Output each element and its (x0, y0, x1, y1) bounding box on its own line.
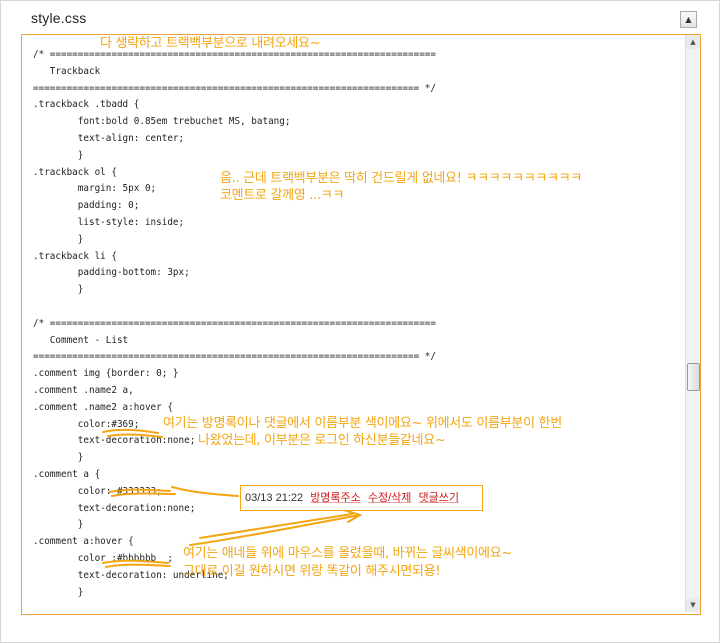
note-name-color-line2: 나왔었는데, 이부분은 로그인 하신분들같네요~ (198, 433, 446, 448)
note-trackback-line2: 코멘트로 갈께영 ...ㅋㅋ (220, 188, 345, 203)
guestbook-link[interactable]: 방명록주소 (310, 492, 361, 504)
arrow-to-preview-3 (199, 509, 363, 539)
note-trackback-line1: 음.. 근데 트랙백부분은 딱히 건드릴게 없네요! ㅋㅋㅋㅋㅋㅋㅋㅋㅋㅋ (220, 171, 583, 186)
reply-link[interactable]: 댓글쓰기 (418, 492, 458, 504)
note-name-color-line1: 여기는 방명록이나 댓글에서 이름부분 색이에요~ 위에서도 이름부분이 한번 (163, 416, 562, 431)
underline-color-bbbbbb (102, 559, 171, 568)
underline-color-369 (102, 428, 163, 438)
comment-preview-box: 03/13 21:22 방명록주소 수정/삭제 댓글쓰기 (240, 485, 483, 511)
edit-delete-link[interactable]: 수정/삭제 (368, 492, 412, 504)
note-hover-color-line2: 그대로 이길 원하시면 위랑 똑같이 해주시면되용! (183, 564, 441, 579)
arrow-to-preview-1 (171, 486, 239, 497)
underline-color-333333 (109, 488, 176, 497)
comment-timestamp: 03/13 21:22 (245, 492, 304, 504)
arrow-to-preview-2 (189, 514, 361, 546)
note-skip-to-trackback: 다 생략하고 트랙백부분으로 내려오세요~ (100, 36, 321, 51)
note-hover-color-line1: 여기는 애네들 위에 마우스를 올렸을때, 바뀌는 글씨색이에요~ (183, 546, 512, 561)
